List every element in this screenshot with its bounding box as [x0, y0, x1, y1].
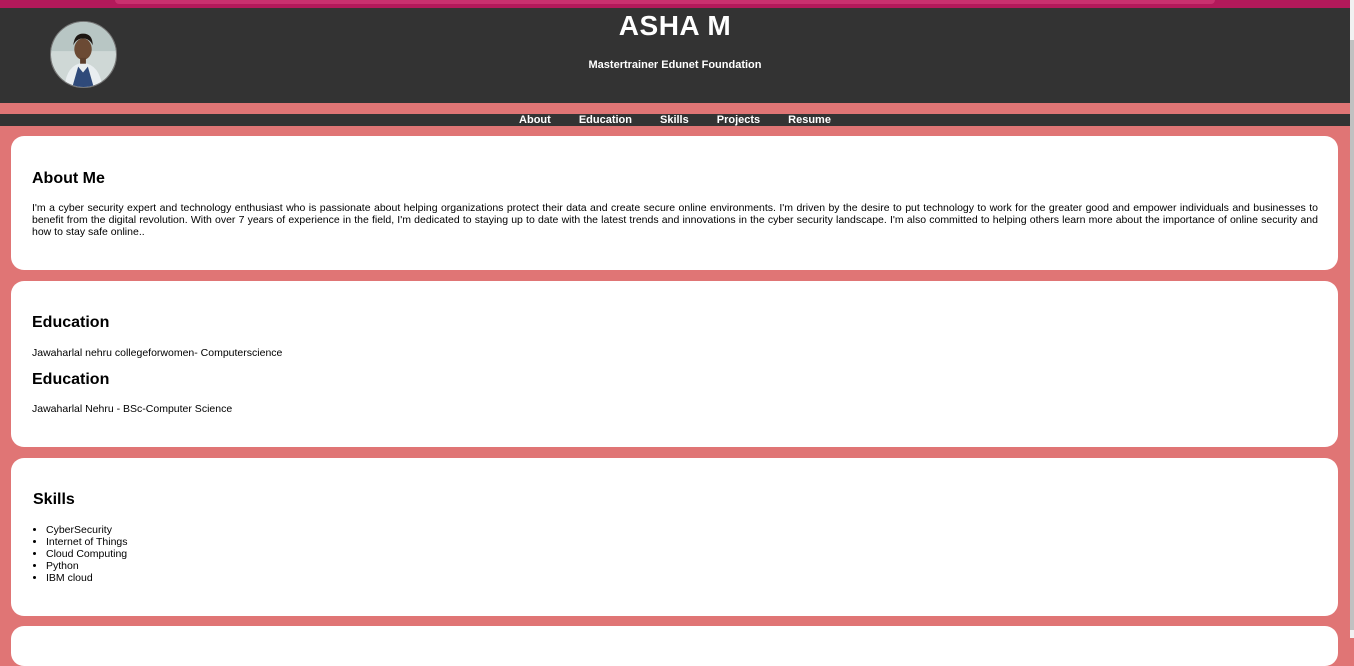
site-title: ASHA M [618, 10, 732, 41]
education-entry: Jawaharlal Nehru - BSc-Computer Science [32, 403, 233, 415]
browser-top-strip [0, 0, 1350, 8]
nav-education-link[interactable]: Education [579, 114, 632, 126]
education-section: Education Jawaharlal nehru collegeforwom… [11, 281, 1338, 447]
nav-resume-link[interactable]: Resume [788, 114, 831, 126]
education-entry: Jawaharlal nehru collegeforwomen- Comput… [32, 347, 283, 359]
about-heading: About Me [32, 170, 105, 187]
skills-list: CyberSecurity Internet of Things Cloud C… [33, 524, 128, 584]
skill-item: Cloud Computing [46, 548, 128, 560]
page-scrollbar[interactable] [1350, 0, 1354, 638]
education-heading: Education [32, 371, 110, 388]
about-text: I'm a cyber security expert and technolo… [32, 202, 1318, 238]
nav-projects-link[interactable]: Projects [717, 114, 760, 126]
scrollbar-thumb[interactable] [1350, 40, 1354, 630]
nav-about-link[interactable]: About [519, 114, 551, 126]
about-section: About Me I'm a cyber security expert and… [11, 136, 1338, 270]
education-heading: Education [32, 314, 110, 331]
skill-item: IBM cloud [46, 572, 128, 584]
main-nav: About Education Skills Projects Resume [0, 114, 1350, 126]
skills-heading: Skills [33, 491, 75, 508]
skill-item: CyberSecurity [46, 524, 128, 536]
site-subtitle: Mastertrainer Edunet Foundation [588, 59, 762, 71]
skill-item: Internet of Things [46, 536, 128, 548]
nav-skills-link[interactable]: Skills [660, 114, 689, 126]
skill-item: Python [46, 560, 128, 572]
site-header: ASHA M Mastertrainer Edunet Foundation [0, 8, 1350, 103]
projects-section-partial [11, 626, 1338, 666]
skills-section: Skills CyberSecurity Internet of Things … [11, 458, 1338, 616]
